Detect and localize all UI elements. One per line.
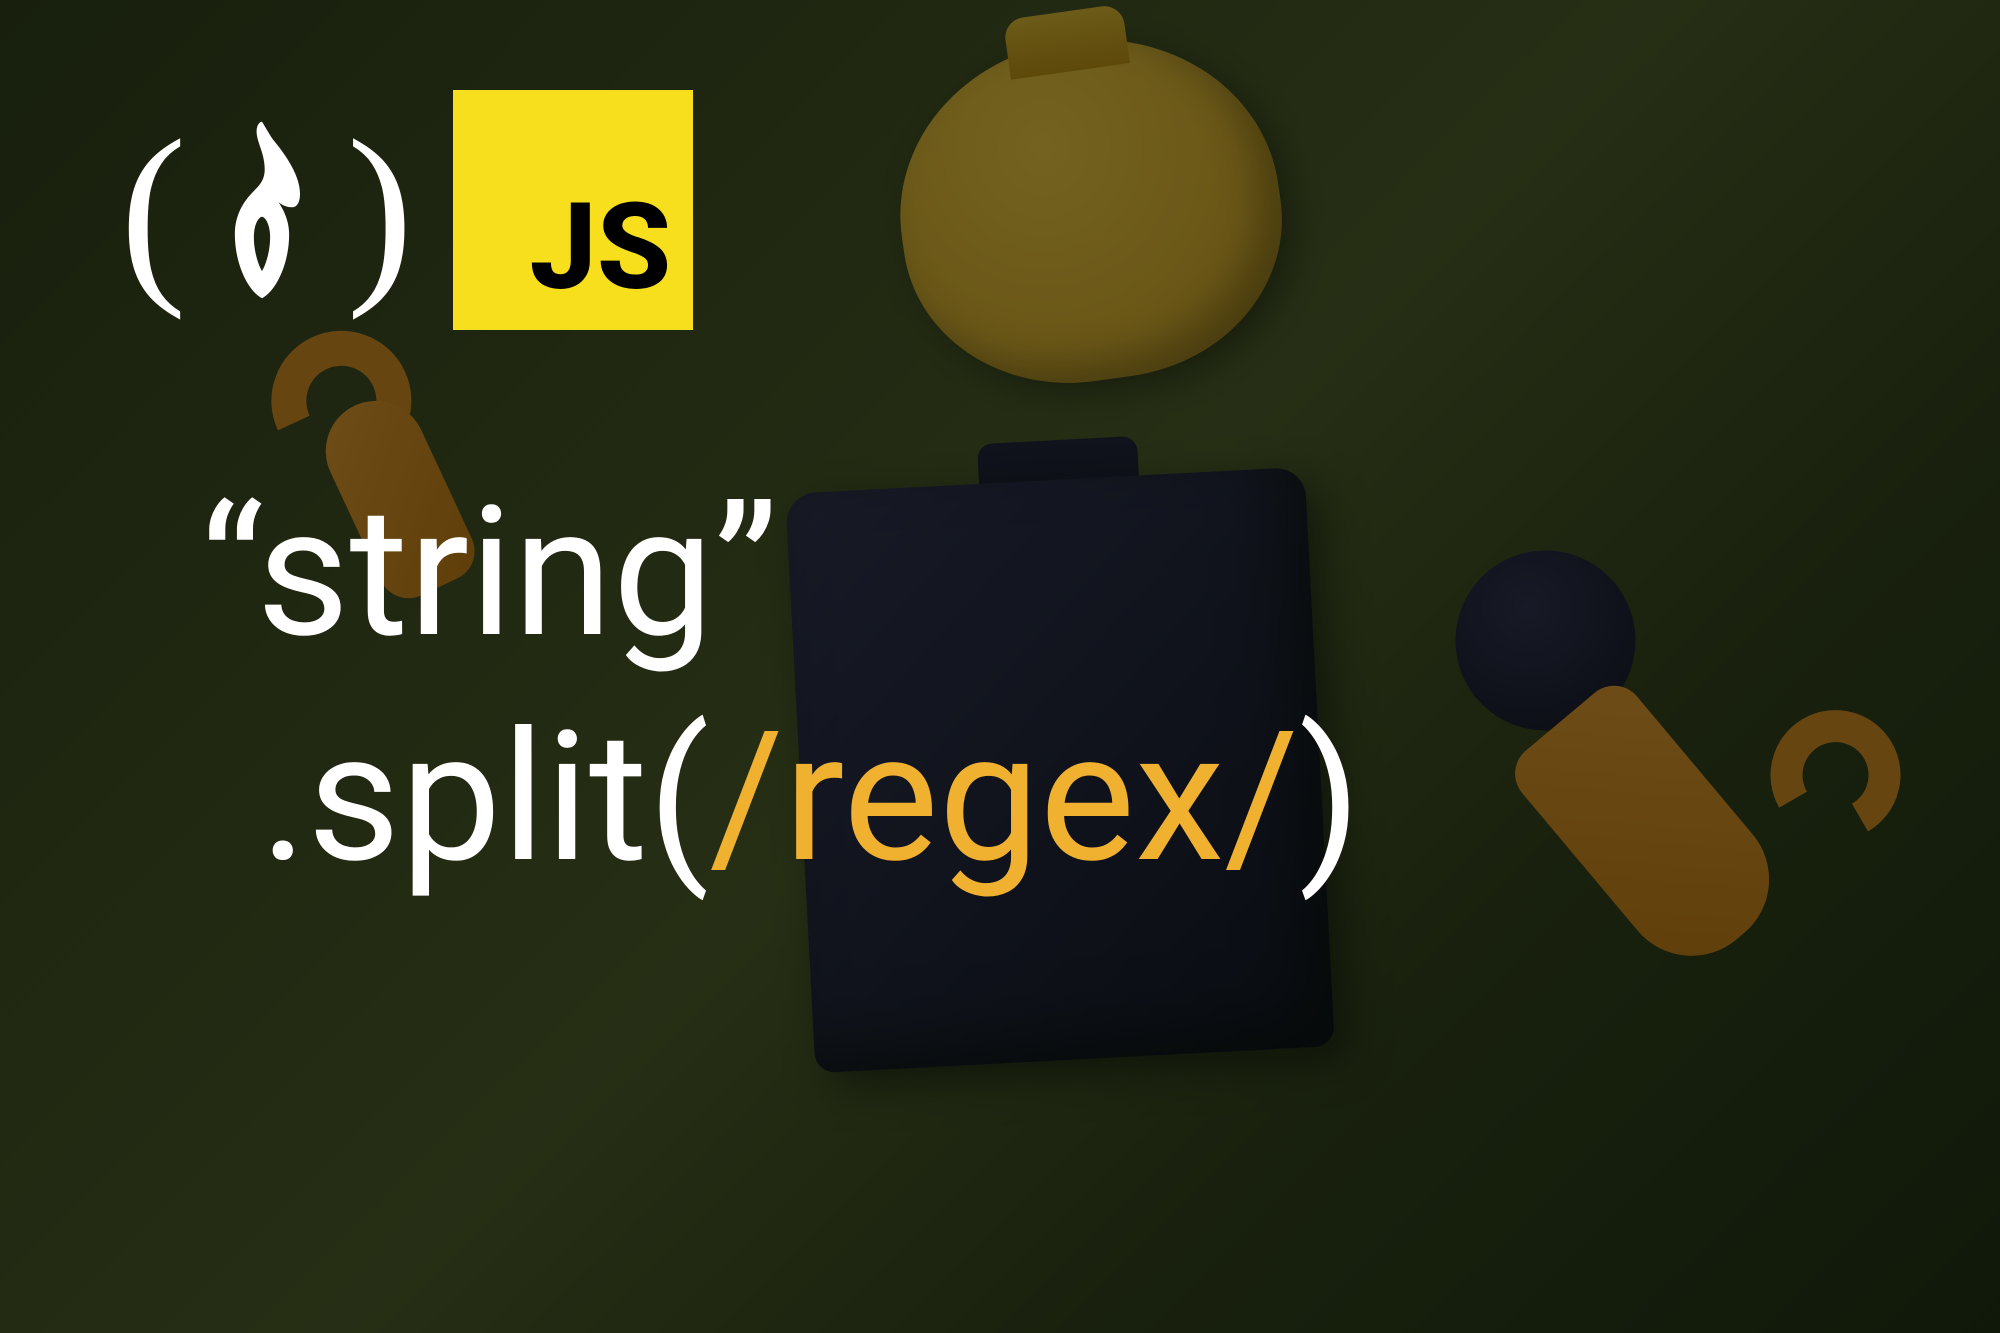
code-regex-literal: /regex/ xyxy=(709,692,1298,903)
javascript-logo: JS xyxy=(453,90,693,330)
code-split-suffix: ) xyxy=(1299,692,1362,903)
js-logo-text: JS xyxy=(529,178,671,318)
code-split-prefix: .split( xyxy=(260,692,709,903)
fire-icon xyxy=(192,115,332,305)
code-line-1: “string” xyxy=(200,460,1880,685)
fcc-right-paren: ) xyxy=(347,96,404,325)
content-layer: ( ) JS “string” .split(/regex/) xyxy=(0,0,2000,1333)
freecodecamp-logo: ( ) xyxy=(120,96,403,325)
fcc-left-paren: ( xyxy=(120,96,177,325)
code-line-2: .split(/regex/) xyxy=(260,685,1880,910)
logo-row: ( ) JS xyxy=(120,90,1880,330)
code-snippet: “string” .split(/regex/) xyxy=(200,460,1880,910)
